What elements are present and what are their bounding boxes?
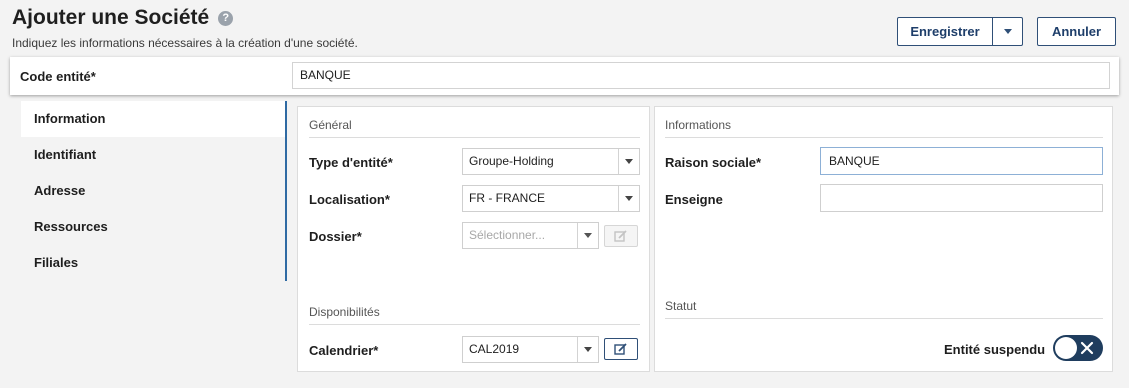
calendrier-label: Calendrier* — [309, 343, 379, 358]
section-divider — [309, 324, 640, 325]
general-panel: Général Type d'entité* Groupe-Holding Lo… — [297, 106, 650, 372]
calendrier-value: CAL2019 — [469, 342, 520, 356]
page-subtitle: Indiquez les informations nécessaires à … — [12, 36, 358, 50]
page-title: Ajouter une Société ? — [12, 6, 234, 30]
type-entite-select[interactable]: Groupe-Holding — [462, 148, 640, 175]
cancel-button[interactable]: Annuler — [1037, 17, 1116, 46]
sidebar-item-identifiant[interactable]: Identifiant — [21, 137, 285, 173]
enseigne-label: Enseigne — [665, 192, 723, 207]
informations-section-title: Informations — [665, 118, 732, 132]
page-title-text: Ajouter une Société — [12, 6, 210, 29]
save-options-button[interactable] — [993, 18, 1022, 45]
dossier-placeholder: Sélectionner... — [469, 228, 546, 242]
edit-icon — [614, 230, 627, 242]
section-divider — [665, 318, 1103, 319]
sidebar-item-filiales[interactable]: Filiales — [21, 245, 285, 281]
dossier-edit-button[interactable] — [604, 225, 638, 247]
chevron-down-icon — [584, 233, 592, 238]
sidebar-nav: Information Identifiant Adresse Ressourc… — [21, 101, 287, 281]
code-entite-bar: Code entité* BANQUE — [10, 57, 1119, 95]
section-divider — [665, 137, 1103, 138]
type-entite-label: Type d'entité* — [309, 155, 393, 170]
edit-icon — [614, 343, 627, 355]
chevron-down-icon — [584, 347, 592, 352]
save-button-group: Enregistrer — [897, 17, 1023, 46]
localisation-label: Localisation* — [309, 192, 390, 207]
calendrier-edit-button[interactable] — [604, 338, 638, 360]
disponibilites-section-title: Disponibilités — [309, 305, 380, 319]
entite-suspendu-label: Entité suspendu — [944, 342, 1046, 357]
sidebar-item-adresse[interactable]: Adresse — [21, 173, 285, 209]
save-button[interactable]: Enregistrer — [898, 18, 993, 45]
raison-sociale-label: Raison sociale* — [665, 155, 762, 170]
type-entite-value: Groupe-Holding — [469, 154, 554, 168]
close-icon — [1080, 341, 1094, 355]
informations-panel: Informations Raison sociale* BANQUE Ense… — [654, 106, 1113, 372]
dropdown-arrow — [577, 337, 598, 362]
toggle-knob — [1055, 337, 1077, 359]
calendrier-select[interactable]: CAL2019 — [462, 336, 599, 363]
section-divider — [309, 137, 640, 138]
chevron-down-icon — [625, 159, 633, 164]
dossier-label: Dossier* — [309, 229, 362, 244]
dossier-select[interactable]: Sélectionner... — [462, 222, 599, 249]
dropdown-arrow — [577, 223, 598, 248]
chevron-down-icon — [625, 196, 633, 201]
code-entite-label: Code entité* — [20, 69, 96, 84]
dropdown-arrow — [618, 149, 639, 174]
help-icon[interactable]: ? — [218, 10, 234, 26]
statut-section-title: Statut — [665, 299, 697, 313]
general-section-title: Général — [309, 118, 352, 132]
enseigne-input[interactable] — [820, 184, 1103, 212]
localisation-value: FR - FRANCE — [469, 191, 545, 205]
entite-suspendu-toggle[interactable] — [1053, 335, 1103, 361]
localisation-select[interactable]: FR - FRANCE — [462, 185, 640, 212]
raison-sociale-input[interactable]: BANQUE — [820, 147, 1103, 175]
sidebar-item-information[interactable]: Information — [21, 101, 285, 137]
sidebar-item-ressources[interactable]: Ressources — [21, 209, 285, 245]
chevron-down-icon — [1003, 29, 1012, 34]
code-entite-input[interactable]: BANQUE — [292, 62, 1110, 89]
dropdown-arrow — [618, 186, 639, 211]
